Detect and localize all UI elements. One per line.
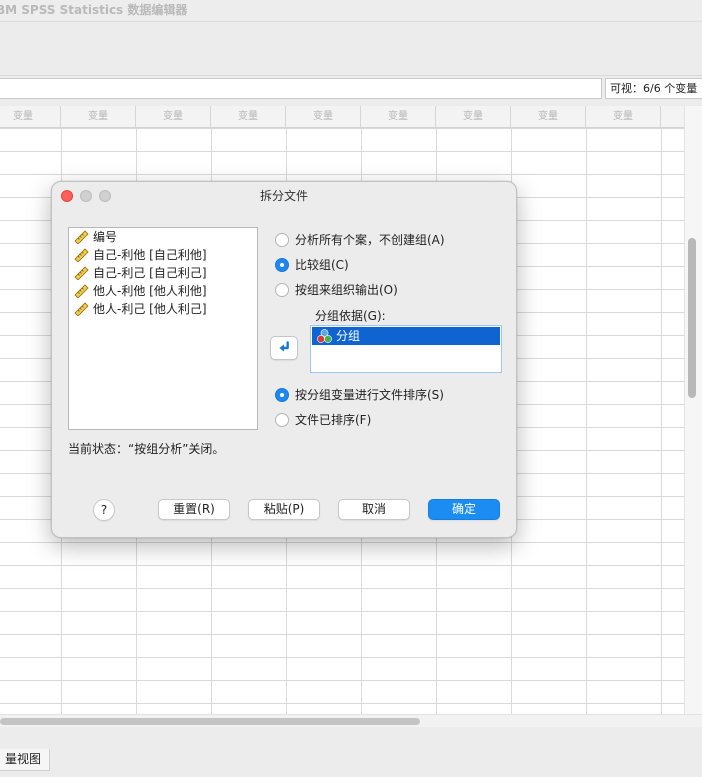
variable-label: 编号 [93, 230, 118, 244]
column-header[interactable]: 变量 [136, 106, 211, 128]
split-file-dialog: 拆分文件 编号 自己-利他 [自己利他] 自己-利己 [自己利己] 他人-利他 … [51, 181, 517, 538]
scale-ruler-icon [74, 284, 89, 298]
variable-item[interactable]: 自己-利他 [自己利他] [69, 246, 257, 264]
radio-label: 按分组变量进行文件排序(S) [295, 388, 444, 402]
column-header[interactable]: 变量 [61, 106, 136, 128]
horizontal-scrollbar[interactable] [0, 714, 702, 727]
ok-button[interactable]: 确定 [428, 499, 500, 520]
group-by-list[interactable]: 分组 [310, 325, 502, 373]
dialog-titlebar: 拆分文件 [52, 182, 516, 210]
radio-label: 文件已排序(F) [295, 413, 372, 427]
help-button[interactable]: ? [93, 499, 115, 521]
paste-button[interactable]: 粘贴(P) [248, 499, 320, 520]
horizontal-scroll-thumb[interactable] [0, 718, 420, 725]
scale-ruler-icon [74, 266, 89, 280]
variable-label: 他人-利己 [他人利己] [93, 302, 207, 316]
column-header[interactable]: 变量 [286, 106, 361, 128]
column-header[interactable] [661, 106, 684, 128]
group-by-item-label: 分组 [336, 329, 361, 343]
radio-button[interactable] [275, 233, 289, 247]
source-variable-list[interactable]: 编号 自己-利他 [自己利他] 自己-利己 [自己利己] 他人-利他 [他人利他… [68, 227, 258, 430]
column-header[interactable]: 变量 [436, 106, 511, 128]
vertical-scrollbar[interactable] [684, 106, 702, 714]
visible-variables-status: 可视：6/6 个变量 [605, 78, 702, 99]
radio-button[interactable] [275, 283, 289, 297]
group-by-label: 分组依据(G): [315, 309, 386, 323]
dialog-title: 拆分文件 [259, 189, 308, 203]
radio-label: 按组来组织输出(O) [295, 283, 398, 297]
column-header[interactable]: 变量 [0, 106, 61, 128]
app-title: BM SPSS Statistics 数据编辑器 [0, 3, 188, 17]
nominal-icon [317, 329, 332, 343]
group-by-item[interactable]: 分组 [312, 327, 500, 345]
column-header[interactable]: 变量 [511, 106, 586, 128]
radio-button-checked[interactable] [275, 388, 289, 402]
variable-item[interactable]: 他人-利他 [他人利他] [69, 282, 257, 300]
reset-button[interactable]: 重置(R) [158, 499, 230, 520]
radio-button[interactable] [275, 413, 289, 427]
app-titlebar: BM SPSS Statistics 数据编辑器 [0, 0, 702, 22]
arrow-left-icon [279, 341, 289, 352]
cell-value-input[interactable] [0, 78, 602, 99]
column-header[interactable]: 变量 [586, 106, 661, 128]
variable-item[interactable]: 编号 [69, 228, 257, 246]
variable-label: 自己-利他 [自己利他] [93, 248, 207, 262]
column-header[interactable]: 变量 [211, 106, 286, 128]
column-header[interactable]: 变量 [361, 106, 436, 128]
cancel-button[interactable]: 取消 [338, 499, 410, 520]
radio-button-checked[interactable] [275, 258, 289, 272]
variable-item[interactable]: 他人-利己 [他人利己] [69, 300, 257, 318]
scale-ruler-icon [74, 230, 89, 244]
close-window-button[interactable] [61, 190, 73, 202]
move-variable-button[interactable] [270, 336, 298, 360]
radio-label: 分析所有个案，不创建组(A) [295, 233, 445, 247]
vertical-scroll-thumb[interactable] [688, 238, 696, 398]
bottom-bar: 量视图 [0, 727, 702, 777]
cell-editor-bar: 可视：6/6 个变量 [0, 76, 702, 102]
grid-header: 变量 变量 变量 变量 变量 变量 变量 变量 变量 [0, 106, 684, 128]
variable-item[interactable]: 自己-利己 [自己利己] [69, 264, 257, 282]
scale-ruler-icon [74, 248, 89, 262]
scale-ruler-icon [74, 302, 89, 316]
tab-variable-view[interactable]: 量视图 [0, 749, 51, 771]
variable-label: 自己-利己 [自己利己] [93, 266, 207, 280]
radio-label: 比较组(C) [295, 258, 349, 272]
minimize-window-button[interactable] [80, 190, 92, 202]
variable-label: 他人-利他 [他人利他] [93, 284, 207, 298]
toolbar [0, 22, 702, 76]
current-state-text: 当前状态：“按组分析”关闭。 [68, 442, 225, 456]
zoom-window-button[interactable] [99, 190, 111, 202]
